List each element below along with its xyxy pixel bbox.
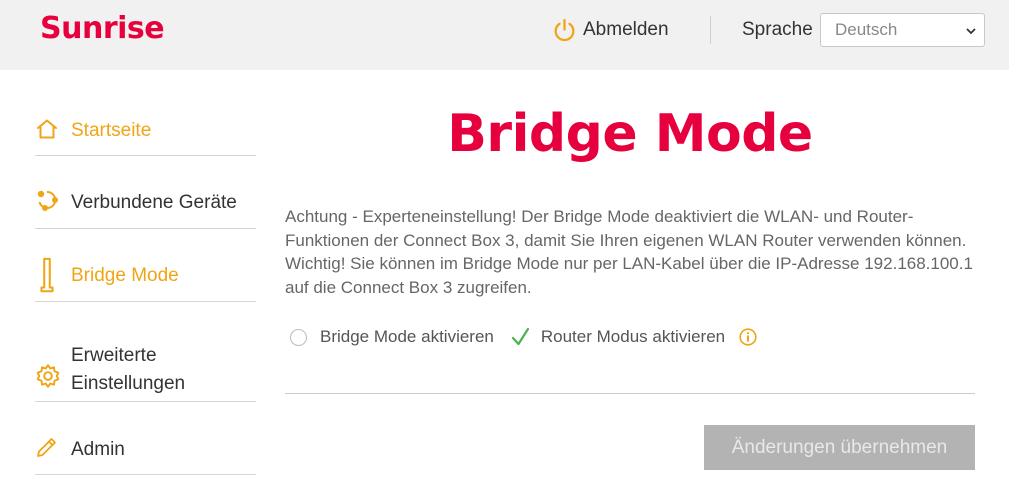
sidebar-item-startseite[interactable]: Startseite [35, 100, 256, 156]
bridge-mode-option-label: Bridge Mode aktivieren [320, 327, 494, 346]
sidebar-item-label: Startseite [71, 120, 152, 141]
chevron-down-icon [966, 28, 976, 35]
language-selected-value: Deutsch [835, 20, 898, 39]
bridge-icon [40, 257, 54, 293]
section-divider [285, 393, 975, 394]
router-mode-option-label: Router Modus aktivieren [540, 327, 726, 346]
page-title: Bridge Mode [447, 104, 813, 164]
router-mode-option[interactable]: Router Modus aktivieren [510, 326, 725, 348]
sidebar-item-label-line2: Einstellungen [71, 373, 186, 394]
pencil-icon [37, 438, 56, 457]
logout-button[interactable]: Abmelden [552, 16, 669, 44]
checkmark-icon[interactable] [510, 326, 532, 348]
gear-icon [36, 364, 60, 388]
logout-label: Abmelden [583, 19, 669, 40]
language-label: Sprache [742, 19, 813, 40]
sidebar-item-admin[interactable]: Admin [35, 419, 256, 475]
bridge-mode-radio[interactable] [290, 328, 307, 346]
info-icon[interactable] [739, 328, 757, 346]
sidebar-item-label: Bridge Mode [71, 265, 179, 286]
sunrise-logo[interactable]: Sunrise [40, 11, 165, 46]
home-icon [37, 119, 57, 139]
bridge-mode-description: Achtung - Experteneinstellung! Der Bridg… [285, 207, 973, 297]
devices-icon [37, 190, 58, 211]
sidebar-item-verbundene-geraete[interactable]: Verbundene Geräte [35, 173, 256, 229]
sidebar-item-label: Verbundene Geräte [71, 192, 237, 213]
sidebar-item-label: Admin [71, 439, 125, 460]
power-icon [554, 18, 575, 41]
language-select[interactable]: Deutsch [820, 13, 985, 47]
header-divider [710, 16, 711, 44]
sidebar-item-label-line1: Erweiterte [71, 345, 157, 366]
apply-changes-button[interactable]: Änderungen übernehmen [704, 425, 975, 470]
mode-options: Bridge Mode aktivieren Router Modus akti… [290, 326, 757, 348]
bridge-mode-option[interactable]: Bridge Mode aktivieren [290, 327, 494, 347]
top-bar: Sunrise Abmelden Sprache Deutsch [0, 0, 1009, 70]
sidebar-item-erweiterte-einstellungen[interactable]: Erweiterte Einstellungen [35, 319, 256, 402]
sidebar-item-bridge-mode[interactable]: Bridge Mode [35, 246, 256, 302]
